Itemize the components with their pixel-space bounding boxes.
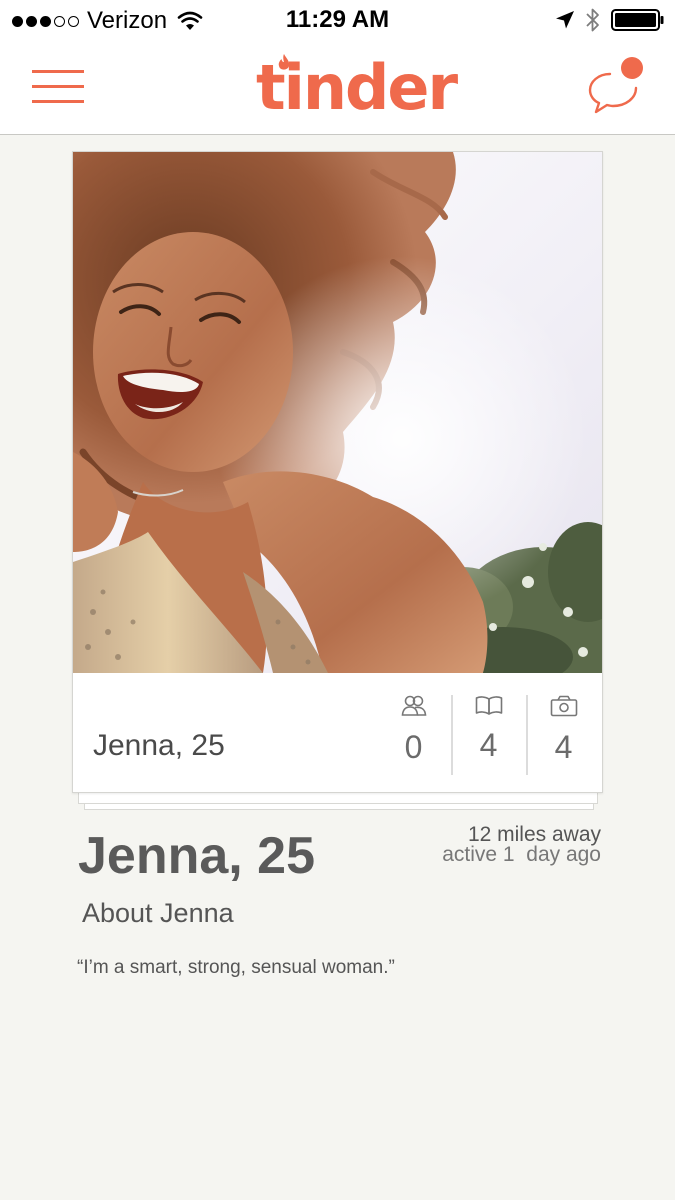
chat-bubble-icon: [588, 57, 643, 114]
app-header: tinder: [0, 40, 675, 135]
profile-photo[interactable]: [73, 152, 603, 673]
stat-shared-interests[interactable]: 4: [451, 695, 526, 775]
profile-name: Jenna, 25: [78, 827, 316, 885]
stat-count: 0: [404, 729, 423, 765]
last-active-label: active 1 day ago: [442, 843, 601, 866]
stat-count: 4: [554, 729, 573, 765]
battery-icon: [611, 9, 664, 31]
flame-icon: [278, 54, 290, 70]
card-footer: Jenna, 25 0 4 4: [73, 673, 602, 792]
menu-line: [32, 85, 84, 88]
bio-text: “I’m a smart, strong, sensual woman.”: [77, 957, 395, 978]
location-arrow-icon: [556, 11, 574, 29]
menu-line: [32, 100, 84, 103]
shared-friends-icon: [401, 695, 426, 716]
stat-shared-friends[interactable]: 0: [376, 695, 451, 775]
shared-interests-icon: [475, 696, 502, 715]
notification-dot: [621, 57, 643, 79]
menu-button[interactable]: [32, 70, 84, 104]
chat-button[interactable]: [586, 54, 648, 116]
face: [93, 232, 293, 472]
tinder-logo: tinder: [256, 48, 458, 128]
stat-photos[interactable]: 4: [526, 695, 601, 775]
photos-icon: [550, 695, 577, 717]
profile-card[interactable]: Jenna, 25 0 4 4: [72, 151, 603, 793]
status-right: [555, 7, 665, 33]
status-bar: Verizon 11:29 AM: [0, 0, 675, 40]
bluetooth-icon: [586, 8, 599, 32]
about-heading: About Jenna: [82, 898, 234, 928]
hamburger-menu-icon: [32, 70, 84, 73]
card-name: Jenna, 25: [93, 729, 225, 762]
stat-count: 4: [479, 727, 498, 763]
